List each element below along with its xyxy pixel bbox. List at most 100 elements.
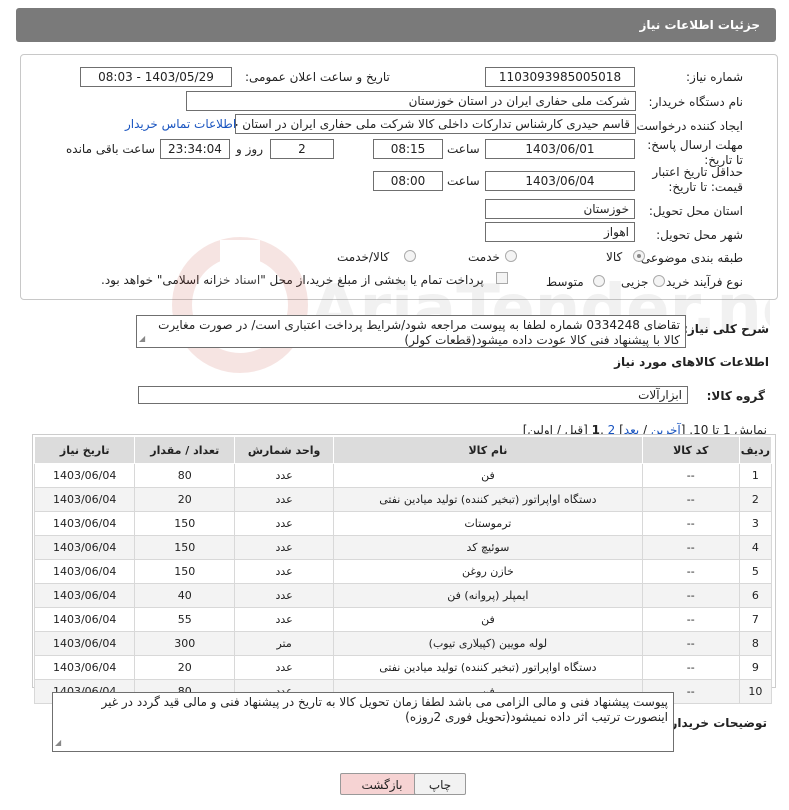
cell-need-date: 1403/06/04 [33,463,136,488]
category-service-label: خدمت [468,250,500,264]
deadline-days-field[interactable]: 2 [270,139,334,159]
deadline-label: مهلت ارسال پاسخ: تا تاریخ: [647,138,743,167]
cell-need-date: 1403/06/04 [33,583,136,608]
process-medium-label: متوسط [546,275,584,289]
requester-label: ایجاد کننده درخواست: [632,119,743,133]
col-header-code[interactable]: کد کالا [641,436,740,464]
cell-code: -- [641,655,740,680]
page-header: جزئیات اطلاعات نیاز [16,8,776,42]
cell-quantity: 20 [134,655,236,680]
category-radio-goods-service[interactable] [404,250,416,262]
cell-row-no: 2 [738,487,773,512]
cell-unit: عدد [234,655,335,680]
col-header-row-no[interactable]: ردیف [738,436,773,464]
cell-row-no: 4 [738,535,773,560]
cell-row-no: 10 [738,679,773,704]
cell-name: سوئیچ کد [333,535,643,560]
process-radio-minor[interactable] [653,275,665,287]
category-goods-label: کالا [606,250,623,264]
cell-need-date: 1403/06/04 [33,607,136,632]
cell-quantity: 40 [134,583,236,608]
cell-name: ترموستات [333,511,643,536]
table-row: 6 -- ایمپلر (پروانه) فن عدد 40 1403/06/04 [33,583,773,608]
province-field[interactable]: خوزستان [485,199,635,219]
cell-code: -- [641,607,740,632]
description-textarea[interactable]: تقاضای 0334248 شماره لطفا به پیوست مراجع… [136,315,686,348]
table-row: 1 -- فن عدد 80 1403/06/04 [33,463,773,488]
resize-grip-icon[interactable]: ◢ [139,331,145,346]
cell-name: لوله مویین (کپیلاری تیوب) [333,631,643,656]
col-header-name[interactable]: نام کالا [333,436,643,464]
city-field[interactable]: اهواز [485,222,635,242]
cell-unit: عدد [234,535,335,560]
cell-name: خازن روغن [333,559,643,584]
process-radio-medium[interactable] [593,275,605,287]
category-label: طبقه بندی موضوعی: [636,251,743,265]
cell-need-date: 1403/06/04 [33,511,136,536]
cell-unit: متر [234,631,335,656]
table-row: 8 -- لوله مویین (کپیلاری تیوب) متر 300 1403/0… [33,631,773,656]
need-number-field[interactable]: 1103093985005018 [485,67,635,87]
province-label: استان محل تحویل: [648,204,743,218]
announce-datetime-field[interactable]: 1403/05/29 - 08:03 [80,67,232,87]
table-row: 7 -- فن عدد 55 1403/06/04 [33,607,773,632]
items-table: ردیف کد کالا نام کالا واحد شمارش تعداد /… [33,436,773,704]
back-button[interactable]: بازگشت [340,773,424,795]
items-table-body: 1 -- فن عدد 80 1403/06/04 2 -- دستگاه اواپراتور … [33,463,773,704]
deadline-date-field[interactable]: 1403/06/01 [485,139,635,159]
table-header-row: ردیف کد کالا نام کالا واحد شمارش تعداد /… [33,436,773,464]
category-radio-goods[interactable] [633,250,645,262]
cell-need-date: 1403/06/04 [33,535,136,560]
cell-unit: عدد [234,511,335,536]
resize-grip-icon[interactable]: ◢ [55,735,61,750]
deadline-time-label: ساعت [447,142,480,156]
cell-unit: عدد [234,463,335,488]
cell-name: ایمپلر (پروانه) فن [333,583,643,608]
buyer-org-field[interactable]: شرکت ملی حفاری ایران در استان خوزستان [186,91,636,111]
buyer-notes-label: توضیحات خریدار: [665,716,767,730]
treasury-checkbox[interactable] [496,272,508,284]
remaining-time-field[interactable]: 23:34:04 [160,139,230,159]
process-label: نوع فرآیند خرید : [658,275,743,289]
description-text: تقاضای 0334248 شماره لطفا به پیوست مراجع… [158,318,680,347]
buyer-org-label: نام دستگاه خریدار: [648,95,744,109]
goods-group-label: گروه کالا: [706,389,765,403]
cell-quantity: 300 [134,631,236,656]
goods-info-title: اطلاعات کالاهای مورد نیاز [614,355,769,369]
table-row: 4 -- سوئیچ کد عدد 150 1403/06/04 [33,535,773,560]
deadline-days-label: روز و [236,142,263,156]
table-row: 9 -- دستگاه اواپراتور (تبخیر کننده) تولید … [33,655,773,680]
validity-time-field[interactable]: 08:00 [373,171,443,191]
deadline-time-field[interactable]: 08:15 [373,139,443,159]
cell-row-no: 5 [738,559,773,584]
cell-need-date: 1403/06/04 [33,559,136,584]
announce-label: تاریخ و ساعت اعلان عمومی: [245,70,390,84]
cell-code: -- [641,583,740,608]
category-radio-service[interactable] [505,250,517,262]
cell-code: -- [641,463,740,488]
cell-unit: عدد [234,583,335,608]
cell-quantity: 150 [134,511,236,536]
cell-unit: عدد [234,487,335,512]
print-button[interactable]: چاپ [414,773,466,795]
cell-name: دستگاه اواپراتور (تبخیر کننده) تولید میا… [333,487,643,512]
need-number-label: شماره نیاز: [686,70,743,84]
cell-quantity: 20 [134,487,236,512]
description-label: شرح کلی نیاز: [683,322,769,336]
requester-field[interactable]: قاسم حیدری کارشناس تدارکات داخلی کالا شر… [235,114,636,134]
page-title: جزئیات اطلاعات نیاز [639,18,760,32]
cell-name: فن [333,463,643,488]
cell-row-no: 3 [738,511,773,536]
cell-quantity: 55 [134,607,236,632]
table-row: 2 -- دستگاه اواپراتور (تبخیر کننده) تولید … [33,487,773,512]
goods-group-field[interactable]: ابزارآلات [138,386,688,404]
col-header-unit[interactable]: واحد شمارش [234,436,335,464]
buyer-contact-link[interactable]: اطلاعات تماس خریدار [125,117,236,131]
cell-quantity: 150 [134,559,236,584]
validity-date-field[interactable]: 1403/06/04 [485,171,635,191]
cell-need-date: 1403/06/04 [33,631,136,656]
cell-name: دستگاه اواپراتور (تبخیر کننده) تولید میا… [333,655,643,680]
col-header-need-date[interactable]: تاریخ نیاز [33,436,136,464]
buyer-notes-textarea[interactable]: پیوست پیشنهاد فنی و مالی الزامی می باشد … [52,692,674,752]
col-header-quantity[interactable]: تعداد / مقدار [134,436,236,464]
